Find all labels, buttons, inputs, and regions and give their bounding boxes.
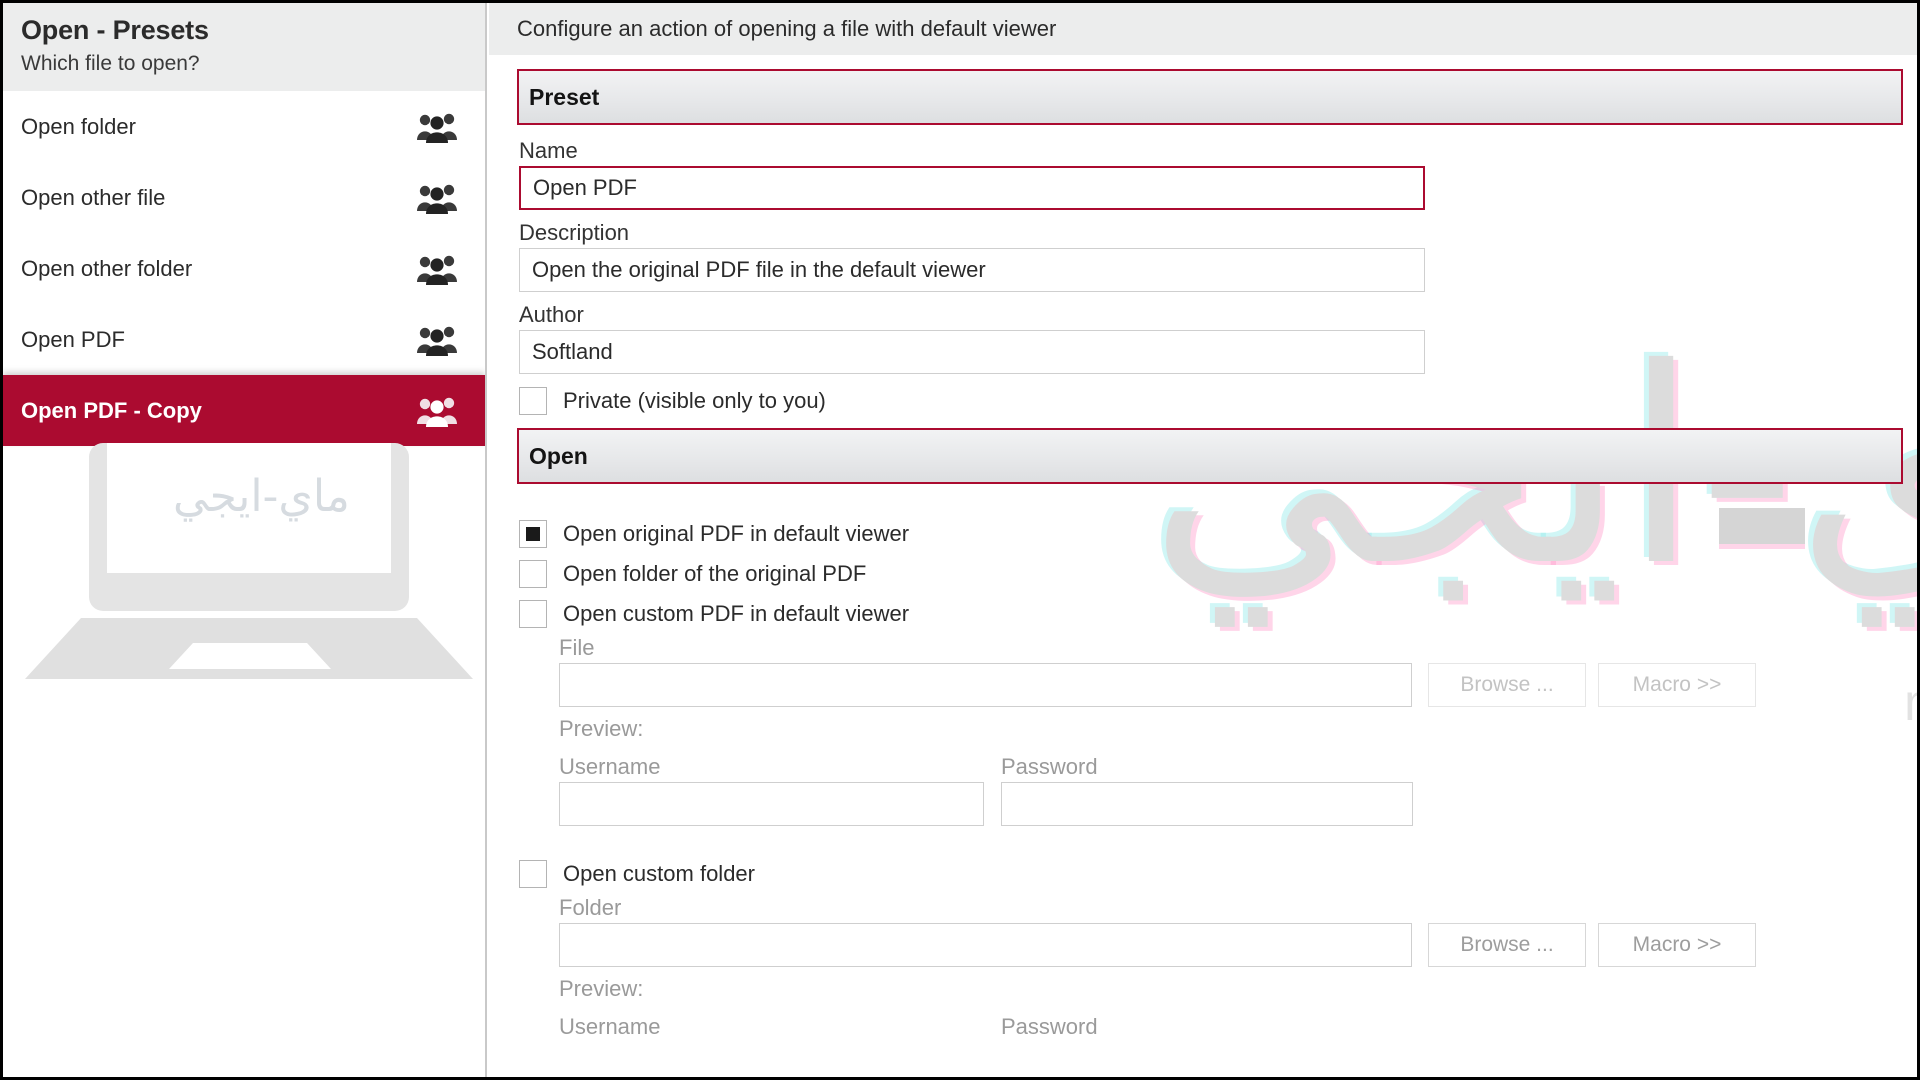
section-title-preset: Preset xyxy=(529,83,600,110)
open-original-pdf-label: Open original PDF in default viewer xyxy=(563,521,910,546)
open-custom-pdf-label: Open custom PDF in default viewer xyxy=(563,601,910,626)
description-input[interactable]: Open the original PDF file in the defaul… xyxy=(519,248,1425,292)
section-header-open: Open xyxy=(517,428,1903,484)
open-folder-of-original-pdf-label: Open folder of the original PDF xyxy=(563,561,867,586)
credentials-inputs-row-pdf xyxy=(489,782,1917,826)
sidebar-item-open-other-folder[interactable]: Open other folder xyxy=(3,233,485,304)
page-subtitle: Which file to open? xyxy=(21,52,200,75)
option-row-open-folder-of-original-pdf[interactable]: Open folder of the original PDF xyxy=(489,560,1917,588)
option-row-open-custom-pdf[interactable]: Open custom PDF in default viewer xyxy=(489,600,1917,628)
file-macro-button[interactable]: Macro >> xyxy=(1598,663,1756,707)
watermark-arabic-small: ماي-ايجي xyxy=(173,471,350,522)
credentials-labels-row-pdf: Username Password xyxy=(489,751,1917,782)
folder-browse-button[interactable]: Browse ... xyxy=(1428,923,1586,967)
folder-macro-button[interactable]: Macro >> xyxy=(1598,923,1756,967)
sidebar-item-label: Open PDF xyxy=(21,326,125,352)
open-original-pdf-checkbox[interactable] xyxy=(519,520,547,548)
section-title-open: Open xyxy=(529,442,588,469)
file-input[interactable] xyxy=(559,663,1412,707)
name-label: Name xyxy=(519,138,578,163)
author-label: Author xyxy=(519,302,584,327)
sidebar-item-label: Open folder xyxy=(21,113,136,139)
laptop-watermark xyxy=(25,443,473,679)
option-row-open-original-pdf[interactable]: Open original PDF in default viewer xyxy=(489,520,1917,548)
group-icon xyxy=(417,255,457,285)
main-header-text: Configure an action of opening a file wi… xyxy=(517,16,1057,41)
folder-label: Folder xyxy=(559,895,622,920)
private-checkbox[interactable] xyxy=(519,387,547,415)
folder-username-label: Username xyxy=(559,1014,661,1039)
private-label: Private (visible only to you) xyxy=(563,388,826,413)
group-icon xyxy=(417,326,457,356)
author-input[interactable]: Softland xyxy=(519,330,1425,374)
app-window: Open - Presets Which file to open? Open … xyxy=(0,0,1920,1080)
open-custom-pdf-checkbox[interactable] xyxy=(519,600,547,628)
preset-list: Open folder Open other file Open other f… xyxy=(3,91,485,446)
file-browse-button[interactable]: Browse ... xyxy=(1428,663,1586,707)
sidebar-item-open-pdf-copy[interactable]: Open PDF - Copy xyxy=(3,375,485,446)
name-input[interactable]: Open PDF xyxy=(519,166,1425,210)
folder-password-label: Password xyxy=(1001,1014,1098,1039)
sidebar-header: Open - Presets Which file to open? xyxy=(3,3,485,91)
folder-row: Browse ... Macro >> xyxy=(489,923,1917,967)
file-label: File xyxy=(559,635,595,660)
page-title: Open - Presets xyxy=(21,15,209,45)
sidebar-item-label: Open PDF - Copy xyxy=(21,397,202,423)
sidebar-item-label: Open other folder xyxy=(21,255,193,281)
folder-preview-label: Preview: xyxy=(559,976,644,1001)
form-content: Preset Name Open PDF Description Open th… xyxy=(489,69,1917,1042)
file-row: Browse ... Macro >> xyxy=(489,663,1917,707)
credentials-labels-row-folder: Username Password xyxy=(489,1011,1917,1042)
open-folder-of-original-pdf-checkbox[interactable] xyxy=(519,560,547,588)
password-input[interactable] xyxy=(1001,782,1413,826)
section-header-preset: Preset xyxy=(517,69,1903,125)
option-row-open-custom-folder[interactable]: Open custom folder xyxy=(489,860,1917,888)
presets-sidebar: Open - Presets Which file to open? Open … xyxy=(3,3,487,1077)
group-icon xyxy=(417,113,457,143)
main-header: Configure an action of opening a file wi… xyxy=(489,3,1917,55)
file-preview-label: Preview: xyxy=(559,716,644,741)
sidebar-item-label: Open other file xyxy=(21,184,166,210)
open-custom-folder-label: Open custom folder xyxy=(563,861,755,886)
group-icon xyxy=(417,397,457,427)
private-checkbox-row[interactable]: Private (visible only to you) xyxy=(489,387,1917,415)
username-input[interactable] xyxy=(559,782,984,826)
open-custom-folder-checkbox[interactable] xyxy=(519,860,547,888)
username-label: Username xyxy=(559,754,661,779)
password-label: Password xyxy=(1001,754,1098,779)
sidebar-item-open-other-file[interactable]: Open other file xyxy=(3,162,485,233)
group-icon xyxy=(417,184,457,214)
sidebar-item-open-folder[interactable]: Open folder xyxy=(3,91,485,162)
sidebar-item-open-pdf[interactable]: Open PDF xyxy=(3,304,485,375)
folder-input[interactable] xyxy=(559,923,1412,967)
description-label: Description xyxy=(519,220,630,245)
main-panel: ماي-ايجي my-egy.online Configure an acti… xyxy=(489,3,1917,1077)
